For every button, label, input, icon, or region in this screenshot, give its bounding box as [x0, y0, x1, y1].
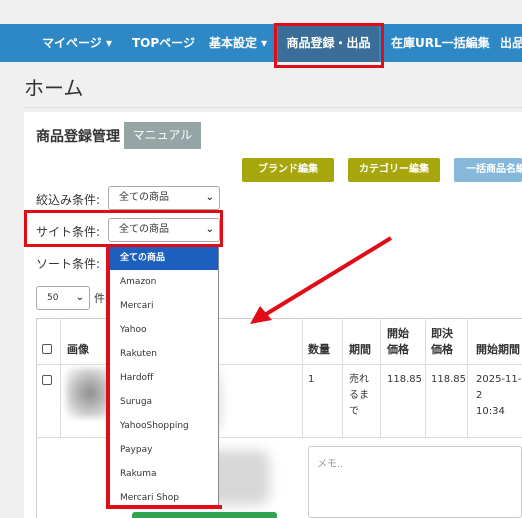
manual-button[interactable]: マニュアル — [124, 122, 201, 149]
row-buyout-price: 118.85 — [431, 374, 466, 385]
memo-textarea[interactable]: メモ.. — [308, 446, 522, 518]
site-filter-highlight-box — [24, 210, 223, 247]
row-start-price: 118.85 — [387, 374, 422, 385]
title-divider — [24, 107, 522, 108]
header-image: 画像 — [67, 343, 89, 356]
top-navbar: マイページ ▾ TOPページ 基本設定 ▾ 商品登録・出品 在庫URL一括編集 … — [0, 24, 522, 62]
select-all-checkbox[interactable] — [42, 344, 52, 354]
site-option[interactable]: Mercari — [110, 294, 218, 318]
per-page-select[interactable]: 50 ⌄ — [36, 286, 90, 310]
header-buyout-price: 即決 価格 — [431, 327, 453, 356]
sort-filter-label: ソート条件: — [36, 257, 101, 271]
site-option[interactable]: Amazon — [110, 270, 218, 294]
site-option[interactable]: Paypay — [110, 438, 218, 462]
header-period: 期間 — [349, 343, 371, 356]
green-action-button[interactable] — [132, 512, 277, 518]
header-start-period: 開始期間 — [476, 343, 520, 356]
table-divider — [302, 318, 303, 438]
table-divider — [342, 318, 343, 438]
brand-edit-button[interactable]: ブランド編集 — [242, 158, 334, 182]
row-start-period: 2025-11-2 10:34 — [476, 374, 522, 417]
chevron-down-icon: ⌄ — [75, 292, 84, 303]
page-title: ホーム — [24, 76, 84, 100]
table-divider — [467, 318, 468, 438]
site-option[interactable]: Suruga — [110, 390, 218, 414]
bulk-name-edit-button[interactable]: 一括商品名編集 — [454, 158, 522, 182]
nav-highlight-box — [274, 23, 384, 68]
site-option[interactable]: YahooShopping — [110, 414, 218, 438]
narrow-filter-select[interactable]: 全ての商品 ⌄ — [108, 186, 220, 210]
row-checkbox[interactable] — [42, 375, 52, 385]
category-edit-button[interactable]: カテゴリー編集 — [348, 158, 440, 182]
table-divider — [425, 318, 426, 438]
site-option[interactable]: 全ての商品 — [110, 246, 218, 270]
nav-basic-settings[interactable]: 基本設定 ▾ — [209, 24, 267, 62]
memo-placeholder: メモ.. — [317, 459, 344, 470]
dropdown-highlight-left — [106, 247, 110, 509]
site-option[interactable]: Rakuma — [110, 462, 218, 486]
per-page-suffix: 件 — [94, 292, 105, 305]
header-quantity: 数量 — [308, 343, 330, 356]
section-title: 商品登録管理 — [36, 129, 120, 145]
dropdown-highlight-bottom — [106, 505, 222, 509]
site-option[interactable]: Hardoff — [110, 366, 218, 390]
site-option[interactable]: Yahoo — [110, 318, 218, 342]
header-start-price: 開始 価格 — [387, 327, 409, 356]
nav-stock-url-bulk-edit[interactable]: 在庫URL一括編集 — [391, 24, 490, 62]
nav-mypage[interactable]: マイページ ▾ — [42, 24, 112, 62]
narrow-filter-value: 全ての商品 — [119, 192, 169, 203]
site-filter-dropdown: 全ての商品 Amazon Mercari Yahoo Rakuten Hardo… — [109, 245, 219, 508]
nav-top-page[interactable]: TOPページ — [132, 24, 195, 62]
narrow-filter-label: 絞込み条件: — [36, 193, 101, 207]
row-period: 売れ るま で — [349, 374, 369, 417]
table-divider — [60, 318, 61, 438]
per-page-value: 50 — [47, 293, 59, 303]
row-quantity: 1 — [308, 374, 315, 385]
nav-listing[interactable]: 出品 — [500, 24, 522, 62]
table-divider — [380, 318, 381, 438]
chevron-down-icon: ⌄ — [205, 192, 214, 203]
site-option[interactable]: Rakuten — [110, 342, 218, 366]
